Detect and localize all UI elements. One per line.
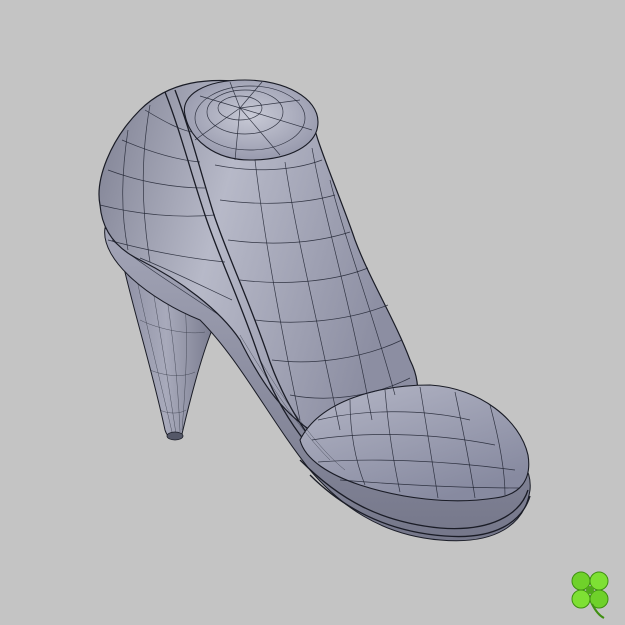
viewport[interactable]	[0, 0, 625, 625]
shoe-model[interactable]	[98, 79, 531, 542]
model-viewport-canvas[interactable]	[0, 0, 625, 625]
four-leaf-clover-icon	[571, 571, 609, 619]
